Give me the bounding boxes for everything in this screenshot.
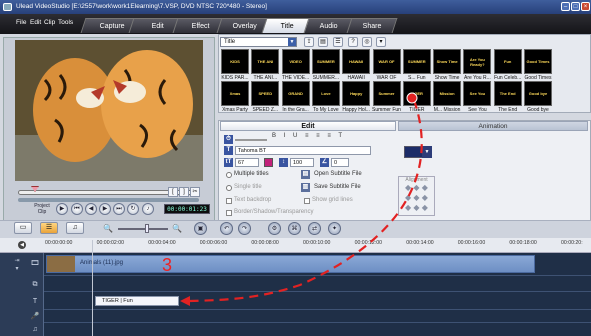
annotation-step-number: 3: [162, 255, 173, 275]
annotation-dot: [406, 92, 418, 104]
annotation-arrowhead: [180, 296, 190, 306]
annotation-overlay: [180, 92, 423, 306]
annotation-dashed-arrow: [189, 99, 423, 303]
